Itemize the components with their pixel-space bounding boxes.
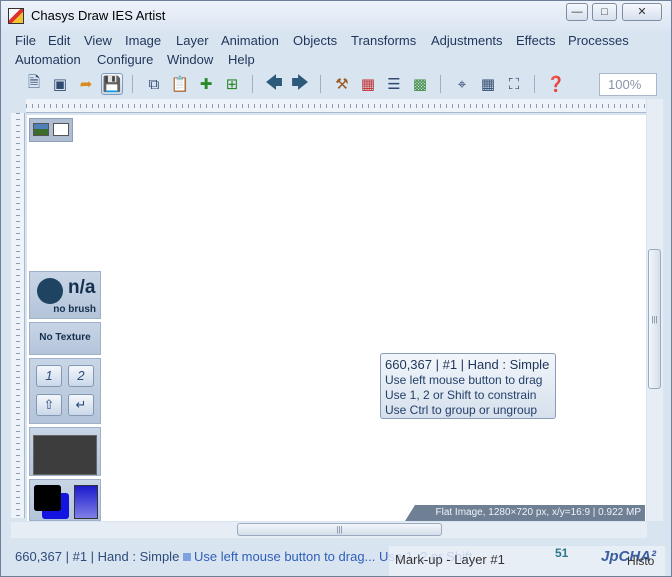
toolbar-separator (252, 75, 253, 93)
menu-animation[interactable]: Animation (221, 33, 279, 48)
fill-preview (33, 435, 97, 475)
shift-key-icon[interactable]: ⇧ (36, 394, 62, 416)
horizontal-ruler (26, 99, 646, 113)
image-info-bar: Flat Image, 1280×720 px, x/y=16:9 | 0.92… (405, 505, 645, 521)
menu-image[interactable]: Image (125, 33, 161, 48)
back-arrow-icon[interactable]: 🡄 (263, 73, 285, 95)
tooltip-line: Use left mouse button to drag (385, 373, 543, 387)
layer-thumbnail-image[interactable] (33, 123, 49, 136)
window-title: Chasys Draw IES Artist (31, 8, 166, 23)
menu-edit[interactable]: Edit (48, 33, 70, 48)
key-1-button[interactable]: 1 (36, 365, 62, 387)
paste-as-layer-icon[interactable]: ⊞ (221, 73, 243, 95)
toolbar-separator (132, 75, 133, 93)
horizontal-scroll-thumb[interactable]: ||| (237, 523, 442, 536)
title-bar: Chasys Draw IES Artist — □ ✕ (1, 1, 671, 31)
layer-thumbnail-blank[interactable] (53, 123, 69, 136)
menu-objects[interactable]: Objects (293, 33, 337, 48)
image-icon[interactable]: ▩ (409, 73, 431, 95)
fill-panel[interactable] (29, 427, 101, 476)
new-document-icon[interactable]: 🗎 (23, 73, 45, 95)
peek-title: Mark-up - Layer #1 (395, 552, 505, 567)
add-layer-icon[interactable]: ✚ (195, 73, 217, 95)
menu-bar: File Edit View Image Layer Animation Obj… (9, 31, 665, 71)
tooltip-line: Use 1, 2 or Shift to constrain (385, 388, 537, 402)
menu-effects[interactable]: Effects (516, 33, 556, 48)
menu-help[interactable]: Help (228, 52, 255, 67)
layers-stack-icon[interactable]: ☰ (383, 73, 405, 95)
overlapping-window-peek: Mark-up - Layer #1 51 JpCHA² Histo (389, 546, 665, 576)
copy-icon[interactable]: ⧉ (143, 73, 165, 95)
vertical-scroll-thumb[interactable]: ||| (648, 249, 661, 389)
toolbar-separator (440, 75, 441, 93)
vertical-ruler (11, 113, 25, 518)
layer-thumbnails (29, 118, 73, 142)
paste-icon[interactable]: 📋 (169, 73, 191, 95)
menu-file[interactable]: File (15, 33, 36, 48)
status-separator-icon (183, 553, 191, 561)
brush-value: n/a (68, 277, 96, 298)
peek-count: 51 (555, 546, 569, 560)
hammer-icon[interactable]: ⚒ (331, 73, 353, 95)
help-icon[interactable]: ❓ (545, 73, 567, 95)
color-panel[interactable] (29, 479, 101, 521)
zoom-field[interactable]: 100% (599, 73, 657, 96)
app-window: Chasys Draw IES Artist — □ ✕ File Edit V… (0, 0, 672, 577)
toolbar-separator (534, 75, 535, 93)
menu-layer[interactable]: Layer (176, 33, 209, 48)
menu-processes[interactable]: Processes (568, 33, 629, 48)
horizontal-scrollbar[interactable]: ||| (11, 522, 647, 538)
export-icon[interactable]: ➦ (75, 73, 97, 95)
menu-view[interactable]: View (84, 33, 112, 48)
brush-preview-icon (37, 278, 63, 304)
app-logo-icon (8, 8, 24, 24)
texture-panel[interactable]: No Texture (29, 322, 101, 355)
forward-arrow-icon[interactable]: 🡆 (289, 73, 311, 95)
brush-label: no brush (53, 304, 96, 315)
grid-icon[interactable]: ▦ (477, 73, 499, 95)
image-canvas[interactable] (27, 115, 646, 521)
palette-grid-icon[interactable]: ▦ (357, 73, 379, 95)
main-toolbar: 🗎 ▣ ➦ 💾 ⧉ 📋 ✚ ⊞ 🡄 🡆 ⚒ ▦ ☰ ▩ ⌖ ▦ ⛶ ❓ 100% (9, 71, 665, 99)
constraint-keys-panel: 1 2 ⇧ ↵ (29, 358, 101, 424)
texture-label: No Texture (39, 332, 91, 343)
toolbar-separator (320, 75, 321, 93)
key-2-button[interactable]: 2 (68, 365, 94, 387)
status-position: 660,367 | #1 | Hand : Simple (15, 549, 180, 564)
maximize-button[interactable]: □ (592, 3, 617, 21)
menu-window[interactable]: Window (167, 52, 213, 67)
save-icon[interactable]: 💾 (101, 73, 123, 95)
peek-extra: Histo (627, 554, 655, 568)
enter-key-icon[interactable]: ↵ (68, 394, 94, 416)
tooltip-title: 660,367 | #1 | Hand : Simple (385, 357, 550, 372)
tooltip-line: Use Ctrl to group or ungroup (385, 403, 538, 417)
close-button[interactable]: ✕ (622, 3, 662, 21)
vertical-scrollbar[interactable]: ||| (647, 99, 663, 521)
gradient-swatch[interactable] (74, 485, 98, 519)
crop-icon[interactable]: ⌖ (451, 73, 473, 95)
open-window-icon[interactable]: ▣ (49, 73, 71, 95)
menu-configure[interactable]: Configure (97, 52, 153, 67)
minimize-button[interactable]: — (566, 3, 588, 21)
menu-transforms[interactable]: Transforms (351, 33, 416, 48)
brush-panel[interactable]: n/a no brush (29, 271, 101, 319)
hand-tool-tooltip: 660,367 | #1 | Hand : Simple Use left mo… (380, 353, 556, 419)
fullscreen-icon[interactable]: ⛶ (503, 73, 525, 95)
menu-automation[interactable]: Automation (15, 52, 81, 67)
foreground-color-swatch-top[interactable] (34, 485, 61, 511)
menu-adjustments[interactable]: Adjustments (431, 33, 503, 48)
